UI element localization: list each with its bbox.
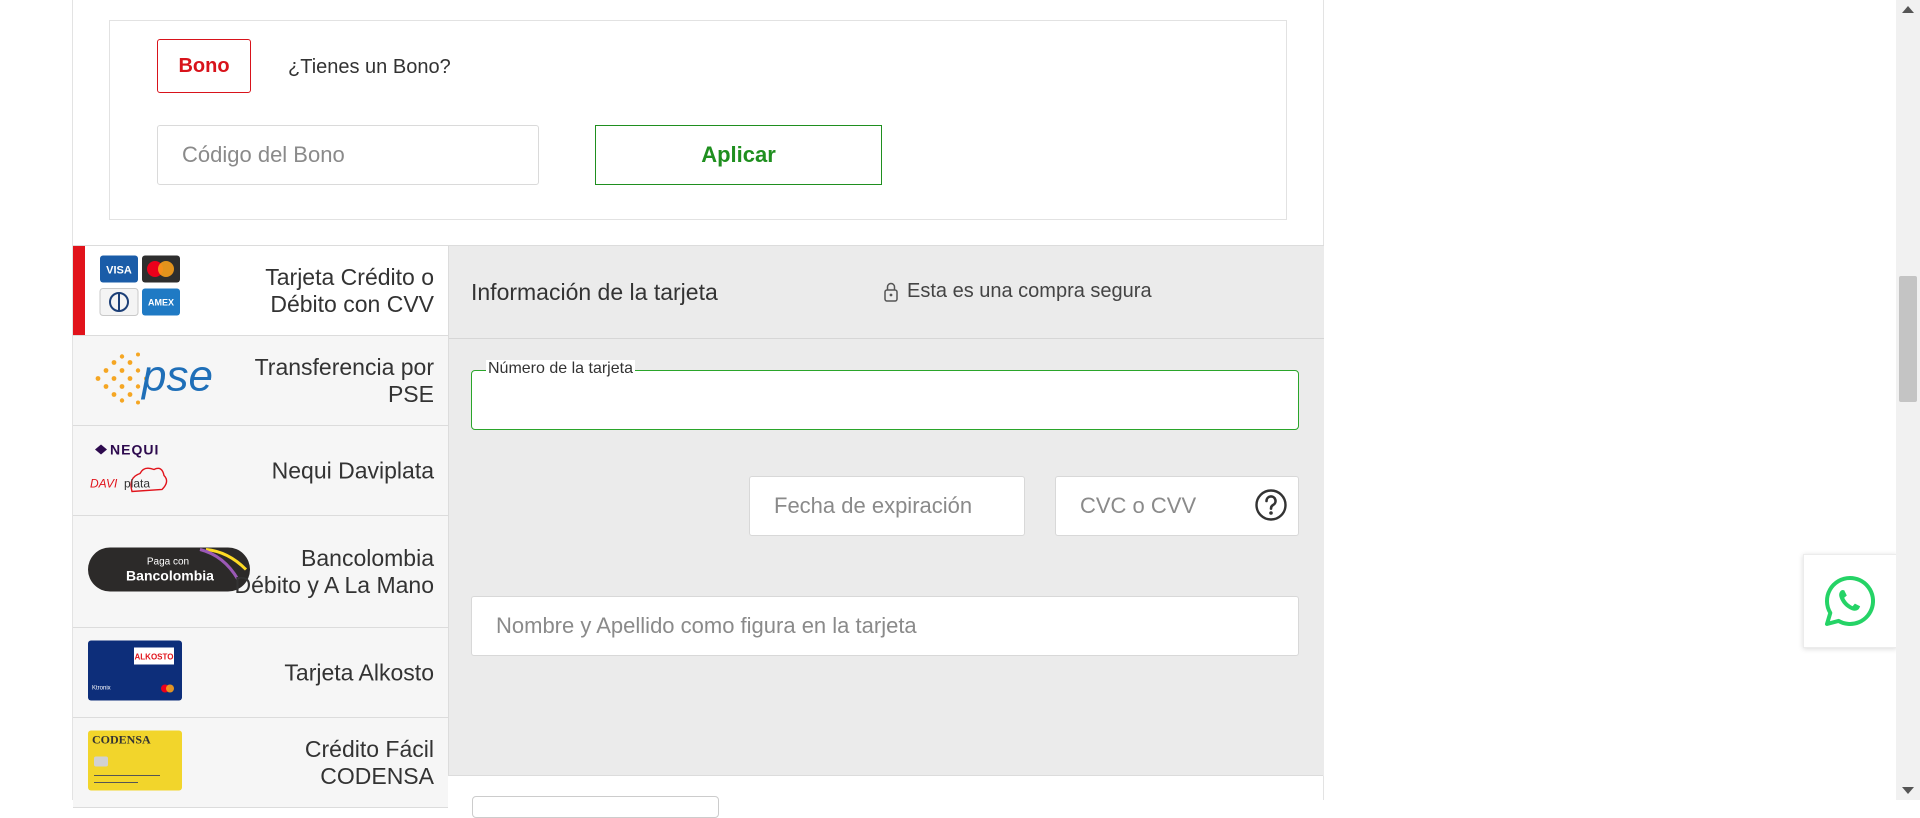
svg-text:VISA: VISA — [106, 264, 132, 276]
method-codensa[interactable]: CODENSA Crédito Fácil CODENSA — [73, 718, 448, 808]
method-label: Transferencia por PSE — [254, 353, 434, 407]
secure-text: Esta es una compra segura — [907, 280, 1152, 302]
checkout-page: Bono ¿Tienes un Bono? Aplicar VISA — [0, 0, 1920, 818]
scroll-down-arrow-icon[interactable] — [1902, 787, 1914, 794]
method-label: Tarjeta Alkosto — [284, 659, 434, 685]
apply-bono-button[interactable]: Aplicar — [595, 125, 882, 185]
whatsapp-icon — [1825, 576, 1875, 626]
credit-cards-icon: VISA AMEX — [88, 255, 180, 326]
lock-icon — [884, 282, 898, 302]
method-label: Crédito Fácil CODENSA — [304, 735, 434, 789]
svg-text:NEQUI: NEQUI — [110, 441, 159, 457]
svg-text:ALKOSTO: ALKOSTO — [135, 652, 174, 661]
expiry-date-input[interactable] — [749, 476, 1025, 536]
next-section-button[interactable] — [472, 796, 719, 818]
bono-section: Bono ¿Tienes un Bono? Aplicar — [109, 20, 1287, 220]
method-pse[interactable]: pse Transferencia por PSE — [73, 336, 448, 426]
cardholder-name-input[interactable] — [471, 596, 1299, 656]
method-label: Tarjeta Crédito o Débito con CVV — [265, 263, 434, 317]
bancolombia-logo: Paga con Bancolombia — [88, 545, 250, 598]
checkout-content: Bono ¿Tienes un Bono? Aplicar VISA — [72, 0, 1324, 818]
method-label: Nequi Daviplata — [271, 457, 434, 483]
page-scrollbar[interactable] — [1896, 0, 1920, 800]
alkosto-card-icon: ALKOSTO Ktronix — [88, 640, 182, 705]
scroll-thumb[interactable] — [1899, 276, 1917, 402]
method-bancolombia[interactable]: Paga con Bancolombia Bancolombia Débito … — [73, 516, 448, 628]
card-info-header: Información de la tarjeta Esta es una co… — [449, 246, 1324, 339]
bono-code-input[interactable] — [157, 125, 539, 185]
method-credit-debit-card[interactable]: VISA AMEX Tarjeta Crédito o Débito con C… — [73, 246, 448, 336]
card-info-panel: Información de la tarjeta Esta es una co… — [448, 245, 1324, 776]
payment-methods-list: VISA AMEX Tarjeta Crédito o Débito con C… — [73, 245, 448, 808]
method-alkosto-card[interactable]: ALKOSTO Ktronix Tarjeta Alkosto — [73, 628, 448, 718]
svg-text:Ktronix: Ktronix — [92, 685, 111, 691]
cvv-help-icon[interactable] — [1254, 488, 1288, 527]
svg-text:plata: plata — [124, 476, 150, 490]
card-number-input[interactable] — [471, 370, 1299, 430]
svg-text:Bancolombia: Bancolombia — [126, 567, 214, 583]
next-section-strip — [448, 775, 1323, 818]
codensa-card-icon: CODENSA — [88, 730, 182, 795]
bono-question: ¿Tienes un Bono? — [288, 56, 451, 78]
pse-logo: pse — [88, 345, 246, 416]
svg-text:Paga con: Paga con — [147, 556, 189, 567]
card-info-title: Información de la tarjeta — [471, 279, 718, 305]
bono-tag: Bono — [157, 39, 251, 93]
svg-text:CODENSA: CODENSA — [92, 732, 151, 746]
method-label: Bancolombia Débito y A La Mano — [234, 544, 434, 598]
scroll-up-arrow-icon[interactable] — [1902, 6, 1914, 13]
secure-purchase-note: Esta es una compra segura — [883, 280, 1152, 303]
method-nequi-daviplata[interactable]: NEQUI DAVI plata Nequi Daviplata — [73, 426, 448, 516]
svg-text:DAVI: DAVI — [90, 476, 118, 490]
whatsapp-button[interactable] — [1803, 554, 1897, 648]
svg-text:AMEX: AMEX — [148, 297, 174, 307]
svg-text:pse: pse — [140, 351, 213, 400]
card-number-label: Número de la tarjeta — [486, 360, 635, 378]
nequi-daviplata-logo: NEQUI DAVI plata — [88, 435, 180, 506]
